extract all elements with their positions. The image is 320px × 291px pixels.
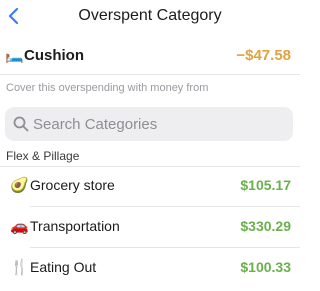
category-amount: $105.17 (240, 177, 291, 193)
category-label: Grocery store (30, 177, 115, 193)
avocado-icon: 🥑 (10, 177, 29, 194)
overspent-category-label: Cushion (24, 47, 84, 64)
bed-icon: 🛏️ (5, 47, 24, 64)
category-amount: $100.33 (240, 259, 291, 275)
category-group-header: Flex & Pillage (6, 149, 80, 163)
category-label: Transportation (30, 218, 120, 234)
overspent-amount: −$47.58 (236, 47, 291, 64)
search-icon (13, 116, 29, 132)
overspent-category-row: 🛏️ Cushion −$47.58 (0, 42, 300, 72)
category-amount: $330.29 (240, 218, 291, 234)
navigation-bar: Overspent Category (0, 0, 300, 34)
category-row-eating-out[interactable]: 🍴 Eating Out $100.33 (0, 248, 300, 288)
category-row-transportation[interactable]: 🚗 Transportation $330.29 (0, 207, 300, 247)
category-label: Eating Out (30, 259, 97, 275)
search-bar[interactable] (5, 107, 293, 141)
fork-knife-icon: 🍴 (10, 259, 29, 276)
search-input[interactable] (33, 107, 283, 141)
divider (0, 74, 300, 75)
cover-hint-text: Cover this overspending with money from (6, 82, 209, 94)
page-title: Overspent Category (78, 7, 222, 24)
category-row-grocery-store[interactable]: 🥑 Grocery store $105.17 (0, 166, 300, 206)
car-icon: 🚗 (10, 218, 29, 235)
